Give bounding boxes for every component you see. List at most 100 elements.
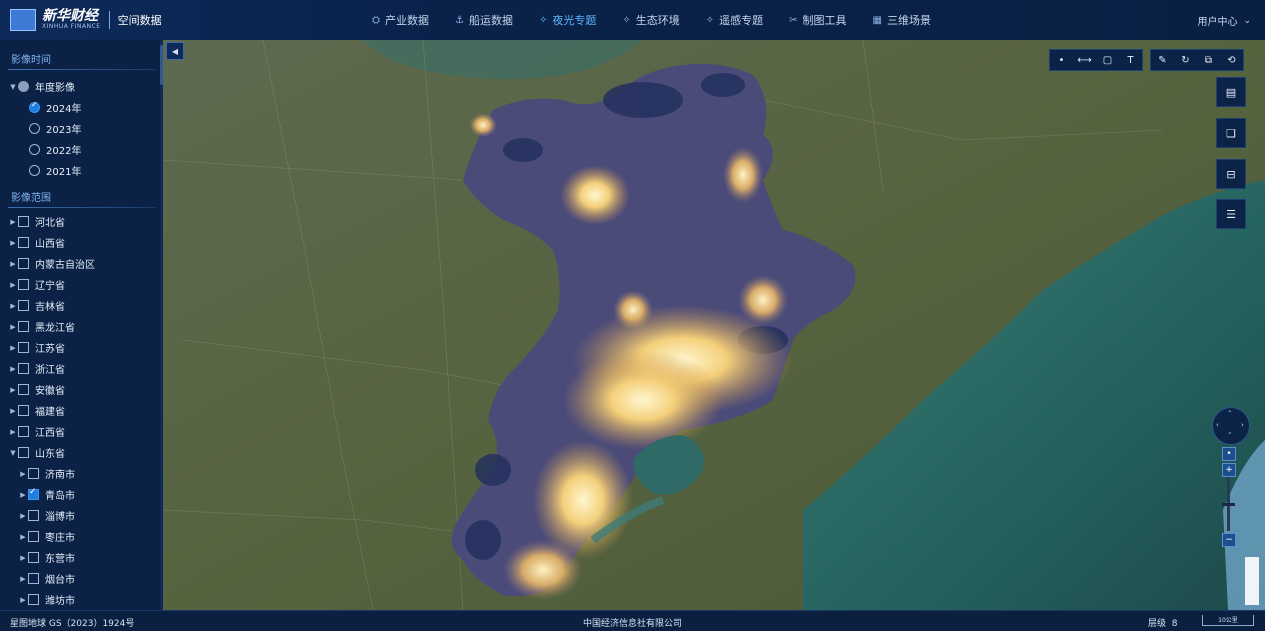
map-canvas[interactable] (163, 40, 1265, 610)
year-radio[interactable] (29, 123, 40, 134)
city-checkbox[interactable] (28, 552, 39, 563)
city-checkbox[interactable] (28, 573, 39, 584)
province-item[interactable]: ▶ 河北省 (0, 211, 163, 232)
line-tool-icon[interactable]: ⟷ (1073, 50, 1096, 70)
nav-tab-5[interactable]: ✂ 制图工具 (789, 12, 846, 28)
province-item[interactable]: ▶ 江西省 (0, 421, 163, 442)
collapse-sidebar-button[interactable]: ◀ (166, 42, 184, 60)
city-item[interactable]: ▶ 青岛市 (0, 484, 163, 505)
annual-image-group[interactable]: ▼ 年度影像 (0, 76, 163, 97)
compass-control[interactable]: ˄ ˅ ‹ › (1212, 407, 1250, 445)
province-checkbox[interactable] (18, 405, 29, 416)
pan-right-icon[interactable]: › (1241, 421, 1244, 429)
nav-tab-0[interactable]: ⛭ 产业数据 (372, 12, 429, 28)
city-item[interactable]: ▶ 淄博市 (0, 505, 163, 526)
province-item[interactable]: ▼ 山东省 (0, 442, 163, 463)
caret-right-icon[interactable]: ▶ (8, 302, 18, 310)
city-checkbox[interactable] (28, 468, 39, 479)
province-item[interactable]: ▶ 江苏省 (0, 337, 163, 358)
city-checkbox[interactable] (28, 487, 39, 500)
province-item[interactable]: ▶ 浙江省 (0, 358, 163, 379)
caret-right-icon[interactable]: ▶ (8, 428, 18, 436)
caret-right-icon[interactable]: ▶ (8, 365, 18, 373)
user-center-menu[interactable]: 用户中心 ⌄ (1197, 13, 1251, 29)
caret-right-icon[interactable]: ▶ (18, 554, 28, 562)
caret-right-icon[interactable]: ▶ (8, 239, 18, 247)
province-checkbox[interactable] (18, 384, 29, 395)
province-checkbox[interactable] (18, 447, 29, 458)
caret-right-icon[interactable]: ▶ (18, 491, 28, 499)
caret-down-icon[interactable]: ▼ (8, 83, 18, 91)
pan-left-icon[interactable]: ‹ (1216, 421, 1219, 429)
pan-up-icon[interactable]: ˄ (1228, 410, 1232, 418)
caret-right-icon[interactable]: ▶ (8, 260, 18, 268)
nav-tab-6[interactable]: ▦ 三维场景 (873, 12, 931, 28)
export-icon[interactable]: ⧉ (1197, 50, 1220, 70)
year-option[interactable]: 2024年 (0, 97, 163, 118)
city-item[interactable]: ▶ 东营市 (0, 547, 163, 568)
point-tool-icon[interactable]: • (1050, 50, 1073, 70)
reset-icon[interactable]: ⟲ (1220, 50, 1243, 70)
nav-tab-2[interactable]: ✧ 夜光专题 (539, 12, 596, 28)
zoom-slider-handle[interactable] (1222, 503, 1235, 506)
province-checkbox[interactable] (18, 258, 29, 269)
edit-icon[interactable]: ✎ (1151, 50, 1174, 70)
locate-button[interactable]: • (1222, 447, 1236, 461)
group-radio[interactable] (18, 81, 29, 92)
caret-right-icon[interactable]: ▶ (18, 512, 28, 520)
caret-right-icon[interactable]: ▶ (8, 407, 18, 415)
province-checkbox[interactable] (18, 363, 29, 374)
province-item[interactable]: ▶ 山西省 (0, 232, 163, 253)
city-checkbox[interactable] (28, 531, 39, 542)
year-option[interactable]: 2023年 (0, 118, 163, 139)
pan-down-icon[interactable]: ˅ (1228, 432, 1232, 440)
zoom-out-button[interactable]: − (1222, 533, 1236, 547)
year-option[interactable]: 2021年 (0, 160, 163, 181)
caret-right-icon[interactable]: ▶ (18, 533, 28, 541)
city-item[interactable]: ▶ 潍坊市 (0, 589, 163, 610)
book-icon[interactable]: ❏ (1216, 118, 1246, 148)
province-checkbox[interactable] (18, 300, 29, 311)
province-item[interactable]: ▶ 内蒙古自治区 (0, 253, 163, 274)
year-option[interactable]: 2022年 (0, 139, 163, 160)
province-item[interactable]: ▶ 辽宁省 (0, 274, 163, 295)
caret-right-icon[interactable]: ▶ (18, 575, 28, 583)
nav-tab-1[interactable]: ⚓ 船运数据 (455, 12, 513, 28)
split-screen-icon[interactable]: ⊟ (1216, 159, 1246, 189)
city-item[interactable]: ▶ 烟台市 (0, 568, 163, 589)
year-radio[interactable] (29, 165, 40, 176)
caret-right-icon[interactable]: ▶ (18, 596, 28, 604)
rotate-icon[interactable]: ↻ (1174, 50, 1197, 70)
mini-map[interactable] (1245, 557, 1259, 605)
map-view[interactable] (163, 40, 1265, 610)
caret-right-icon[interactable]: ▶ (8, 344, 18, 352)
province-item[interactable]: ▶ 安徽省 (0, 379, 163, 400)
province-item[interactable]: ▶ 黑龙江省 (0, 316, 163, 337)
city-item[interactable]: ▶ 枣庄市 (0, 526, 163, 547)
caret-right-icon[interactable]: ▶ (8, 323, 18, 331)
city-item[interactable]: ▶ 济南市 (0, 463, 163, 484)
report-icon[interactable]: ☰ (1216, 199, 1246, 229)
caret-right-icon[interactable]: ▶ (18, 470, 28, 478)
caret-down-icon[interactable]: ▼ (8, 449, 18, 457)
province-checkbox[interactable] (18, 342, 29, 353)
province-checkbox[interactable] (18, 321, 29, 332)
caret-right-icon[interactable]: ▶ (8, 281, 18, 289)
caret-right-icon[interactable]: ▶ (8, 386, 18, 394)
text-tool-icon[interactable]: T (1119, 50, 1142, 70)
city-checkbox[interactable] (28, 510, 39, 521)
province-checkbox[interactable] (18, 279, 29, 290)
year-radio[interactable] (29, 100, 40, 113)
province-checkbox[interactable] (18, 426, 29, 437)
year-radio[interactable] (29, 144, 40, 155)
nav-tab-3[interactable]: ✧ 生态环境 (622, 12, 679, 28)
city-checkbox[interactable] (28, 594, 39, 605)
logo[interactable]: 新华财经 XINHUA FINANCE 空间数据 (10, 6, 162, 34)
nav-tab-4[interactable]: ✧ 遥感专题 (706, 12, 763, 28)
caret-right-icon[interactable]: ▶ (8, 218, 18, 226)
zoom-in-button[interactable]: + (1222, 463, 1236, 477)
province-item[interactable]: ▶ 吉林省 (0, 295, 163, 316)
province-checkbox[interactable] (18, 216, 29, 227)
province-checkbox[interactable] (18, 237, 29, 248)
rectangle-tool-icon[interactable]: ▢ (1096, 50, 1119, 70)
